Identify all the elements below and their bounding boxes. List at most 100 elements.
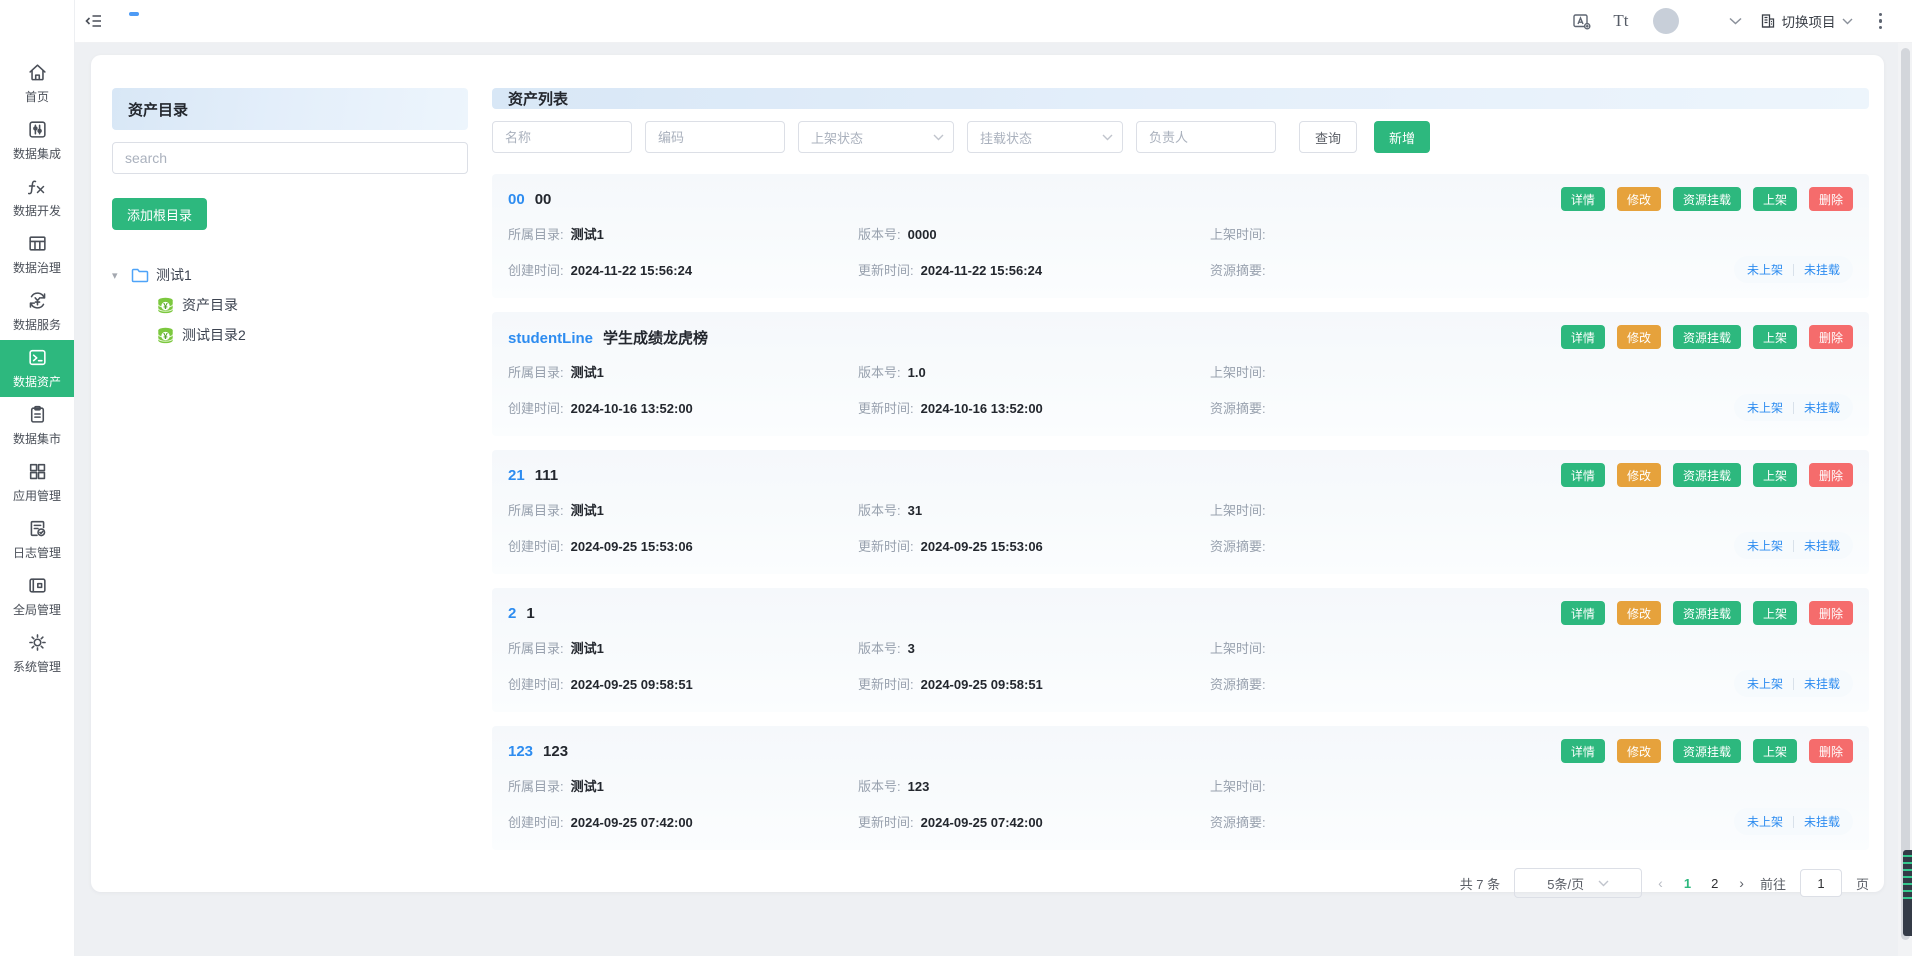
shelf-status-select[interactable]: 上架状态	[798, 121, 954, 153]
action-button-orange[interactable]: 修改	[1617, 739, 1661, 763]
scrollbar-thumb[interactable]	[1901, 48, 1910, 940]
action-button-green[interactable]: 详情	[1561, 601, 1605, 625]
sidebar-item-label: 系统管理	[13, 658, 61, 675]
created-time-label: 创建时间:	[508, 401, 564, 416]
name-filter-input[interactable]	[492, 121, 632, 153]
action-button-green[interactable]: 上架	[1753, 739, 1797, 763]
action-button-green[interactable]: 详情	[1561, 187, 1605, 211]
status-not-mounted[interactable]: 未挂载	[1804, 399, 1840, 416]
sidebar-item-grid[interactable]: 应用管理	[0, 454, 74, 511]
action-button-green[interactable]: 资源挂载	[1673, 463, 1741, 487]
action-button-green[interactable]: 上架	[1753, 325, 1797, 349]
translate-image-icon[interactable]	[1572, 12, 1591, 31]
collapse-menu-icon[interactable]	[85, 12, 103, 30]
action-button-red[interactable]: 删除	[1809, 463, 1853, 487]
status-not-shelved[interactable]: 未上架	[1747, 261, 1783, 278]
asset-code[interactable]: 2	[508, 605, 516, 622]
status-not-shelved[interactable]: 未上架	[1747, 813, 1783, 830]
sidebar-item-home[interactable]: 首页	[0, 55, 74, 112]
font-size-icon[interactable]: Tt	[1613, 11, 1628, 31]
tree-node-child[interactable]: ¥ 资产目录	[156, 290, 468, 320]
asset-code[interactable]: 00	[508, 191, 525, 208]
tree-node-child[interactable]: ¥ 测试目录2	[156, 320, 468, 350]
catalog-search-input[interactable]	[112, 142, 468, 174]
action-button-red[interactable]: 删除	[1809, 187, 1853, 211]
sidebar-item-fx[interactable]: 数据开发	[0, 169, 74, 226]
gear-icon	[27, 632, 48, 653]
avatar[interactable]	[1653, 8, 1679, 34]
created-time-value: 2024-09-25 07:42:00	[571, 815, 693, 830]
asset-code[interactable]: studentLine	[508, 330, 593, 347]
status-tags: 未上架 未挂载	[1734, 808, 1853, 835]
action-button-orange[interactable]: 修改	[1617, 463, 1661, 487]
chevron-down-icon	[1102, 134, 1113, 141]
action-button-green[interactable]: 上架	[1753, 463, 1797, 487]
user-chevron-down-icon[interactable]	[1729, 17, 1742, 25]
status-not-mounted[interactable]: 未挂载	[1804, 261, 1840, 278]
status-not-mounted[interactable]: 未挂载	[1804, 813, 1840, 830]
sidebar-item-doc-check[interactable]: 日志管理	[0, 511, 74, 568]
scroll-minimap[interactable]	[1903, 850, 1912, 936]
action-button-green[interactable]: 资源挂载	[1673, 739, 1741, 763]
action-button-orange[interactable]: 修改	[1617, 187, 1661, 211]
query-button[interactable]: 查询	[1299, 121, 1357, 153]
page-size-select[interactable]: 5条/页	[1514, 868, 1642, 898]
action-button-green[interactable]: 资源挂载	[1673, 601, 1741, 625]
mount-status-select[interactable]: 挂载状态	[967, 121, 1123, 153]
asset-fields: 所属目录:测试1 版本号:1.0 上架时间: 创建时间:2024-10-16 1…	[508, 362, 1853, 421]
scrollbar-track[interactable]	[1898, 43, 1912, 956]
sidebar-item-clipboard[interactable]: 数据集市	[0, 397, 74, 454]
switch-project[interactable]: 切换项目	[1760, 11, 1853, 31]
catalog-value: 测试1	[571, 227, 604, 242]
version-value: 0000	[908, 227, 937, 242]
asset-code[interactable]: 123	[508, 743, 533, 760]
action-button-green[interactable]: 资源挂载	[1673, 325, 1741, 349]
tree-node-root[interactable]: ▾ 测试1	[112, 260, 468, 290]
action-button-red[interactable]: 删除	[1809, 601, 1853, 625]
status-not-shelved[interactable]: 未上架	[1747, 537, 1783, 554]
sidebar-item-terminal[interactable]: 数据资产	[0, 340, 74, 397]
action-button-red[interactable]: 删除	[1809, 739, 1853, 763]
tree-caret-icon[interactable]: ▾	[112, 269, 124, 282]
doc-check-icon	[27, 518, 48, 539]
next-page-button[interactable]: ›	[1737, 875, 1746, 891]
action-button-green[interactable]: 上架	[1753, 601, 1797, 625]
asset-fields: 所属目录:测试1 版本号:123 上架时间: 创建时间:2024-09-25 0…	[508, 776, 1853, 835]
created-time-value: 2024-11-22 15:56:24	[571, 263, 692, 278]
action-button-green[interactable]: 详情	[1561, 325, 1605, 349]
sidebar-item-table[interactable]: 数据治理	[0, 226, 74, 283]
sidebar-item-sliders[interactable]: 数据集成	[0, 112, 74, 169]
owner-filter-input[interactable]	[1136, 121, 1276, 153]
action-button-green[interactable]: 资源挂载	[1673, 187, 1741, 211]
status-not-mounted[interactable]: 未挂载	[1804, 537, 1840, 554]
asset-code[interactable]: 21	[508, 467, 525, 484]
sidebar-item-gear[interactable]: 系统管理	[0, 625, 74, 682]
action-button-red[interactable]: 删除	[1809, 325, 1853, 349]
project-icon	[1760, 13, 1776, 29]
action-button-orange[interactable]: 修改	[1617, 601, 1661, 625]
sidebar-item-label: 首页	[25, 88, 49, 105]
pagination: 共 7 条 5条/页 ‹ 12 › 前往 页	[492, 868, 1869, 898]
action-button-green[interactable]: 详情	[1561, 463, 1605, 487]
more-menu-icon[interactable]	[1879, 13, 1883, 30]
action-button-green[interactable]: 上架	[1753, 187, 1797, 211]
prev-page-button[interactable]: ‹	[1656, 875, 1665, 891]
asset-actions: 详情修改资源挂载上架删除	[1561, 325, 1853, 349]
status-not-mounted[interactable]: 未挂载	[1804, 675, 1840, 692]
status-tags: 未上架 未挂载	[1734, 256, 1853, 283]
asset-title: 21	[508, 605, 535, 622]
page-number-1[interactable]: 1	[1679, 876, 1696, 891]
goto-page-input[interactable]	[1800, 869, 1842, 897]
sidebar-item-window[interactable]: 全局管理	[0, 568, 74, 625]
sidebar-item-currency-sync[interactable]: 数据服务	[0, 283, 74, 340]
status-not-shelved[interactable]: 未上架	[1747, 675, 1783, 692]
asset-panel-title: 资产列表	[492, 88, 1869, 109]
status-not-shelved[interactable]: 未上架	[1747, 399, 1783, 416]
action-button-orange[interactable]: 修改	[1617, 325, 1661, 349]
page-number-2[interactable]: 2	[1706, 876, 1723, 891]
add-root-catalog-button[interactable]: 添加根目录	[112, 198, 207, 230]
add-asset-button[interactable]: 新增	[1374, 121, 1430, 153]
action-button-green[interactable]: 详情	[1561, 739, 1605, 763]
catalog-value: 测试1	[571, 641, 604, 656]
code-filter-input[interactable]	[645, 121, 785, 153]
